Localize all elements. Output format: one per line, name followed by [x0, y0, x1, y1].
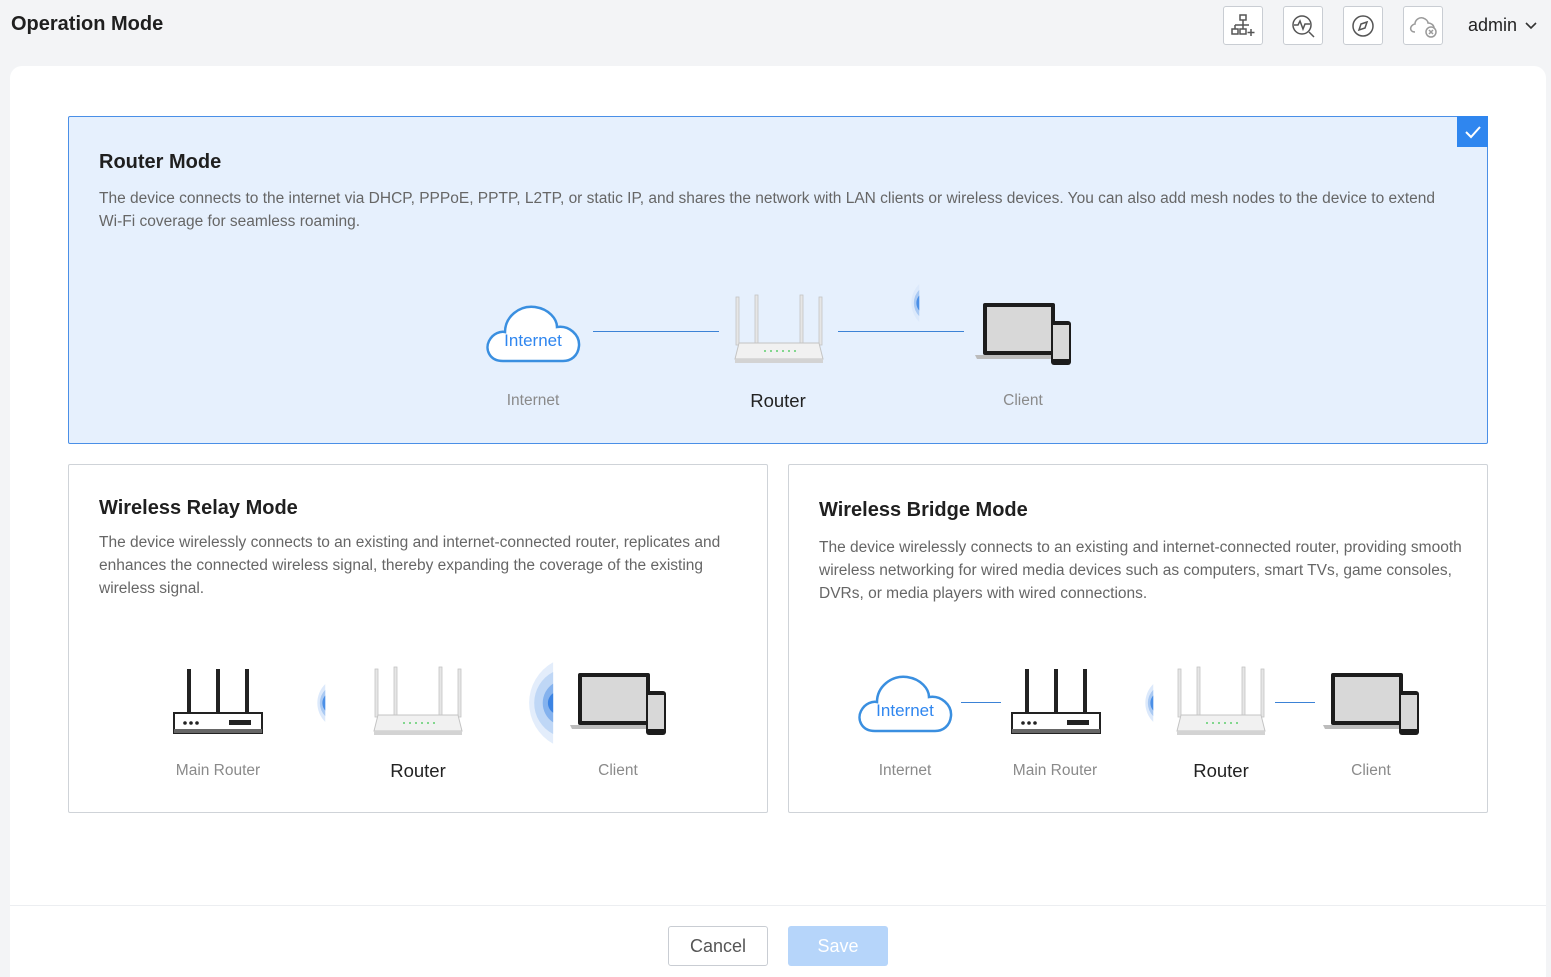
save-button[interactable]: Save: [788, 926, 888, 966]
selected-check-icon: [1457, 116, 1488, 147]
node-label: Internet: [878, 762, 932, 779]
mode-description: The device wirelessly connects to an exi…: [819, 539, 1462, 602]
node-label: Internet: [506, 392, 560, 409]
client-devices-icon: [973, 301, 1073, 367]
node-label: Main Router: [175, 762, 261, 779]
top-bar: Operation Mode admin: [0, 0, 1551, 56]
mode-title: Wireless Relay Mode: [99, 497, 298, 519]
wireless-relay-mode-card[interactable]: Wireless Relay Mode The device wirelessl…: [68, 464, 768, 813]
wifi-signal-icon: [297, 681, 329, 725]
connection-line: [593, 331, 719, 332]
node-label: Client: [1003, 392, 1043, 409]
router-mode-card[interactable]: Router Mode The device connects to the i…: [68, 116, 1488, 444]
connection-line: [961, 702, 1001, 703]
cancel-button[interactable]: Cancel: [668, 926, 768, 966]
mode-description: The device connects to the internet via …: [99, 190, 1436, 230]
mode-title: Wireless Bridge Mode: [819, 499, 1028, 521]
router-icon: [1175, 665, 1267, 741]
mode-description: The device wirelessly connects to an exi…: [99, 534, 721, 597]
cloud-disconnected-icon[interactable]: [1403, 6, 1443, 45]
diagnose-icon[interactable]: [1283, 6, 1323, 45]
router-icon: [733, 293, 825, 369]
client-devices-icon: [1321, 671, 1421, 737]
network-topology-add-icon[interactable]: [1223, 6, 1263, 45]
connection-line: [1275, 702, 1315, 703]
router-icon: [372, 665, 464, 741]
main-router-icon: [1011, 667, 1101, 739]
node-label: Client: [598, 762, 638, 779]
cloud-label: Internet: [876, 701, 934, 720]
node-label: Router: [750, 390, 806, 411]
wireless-bridge-mode-card[interactable]: Wireless Bridge Mode The device wireless…: [788, 464, 1488, 813]
wifi-signal-icon: [1125, 681, 1157, 725]
page-title: Operation Mode: [11, 13, 164, 35]
connection-line: [838, 331, 964, 332]
user-name: admin: [1468, 15, 1518, 35]
node-label: Main Router: [1012, 762, 1098, 779]
compass-icon[interactable]: [1343, 6, 1383, 45]
node-label: Client: [1351, 762, 1391, 779]
footer-divider: [10, 905, 1546, 906]
node-label: Router: [1193, 760, 1249, 781]
node-label: Router: [390, 760, 446, 781]
main-router-icon: [173, 667, 263, 739]
chevron-down-icon: [1525, 21, 1537, 29]
user-menu[interactable]: admin: [1468, 15, 1537, 36]
mode-title: Router Mode: [99, 151, 222, 173]
cloud-label: Internet: [504, 331, 562, 350]
client-devices-icon: [568, 671, 668, 737]
wifi-signal-icon: [891, 281, 923, 325]
wifi-signal-icon: [493, 659, 557, 747]
